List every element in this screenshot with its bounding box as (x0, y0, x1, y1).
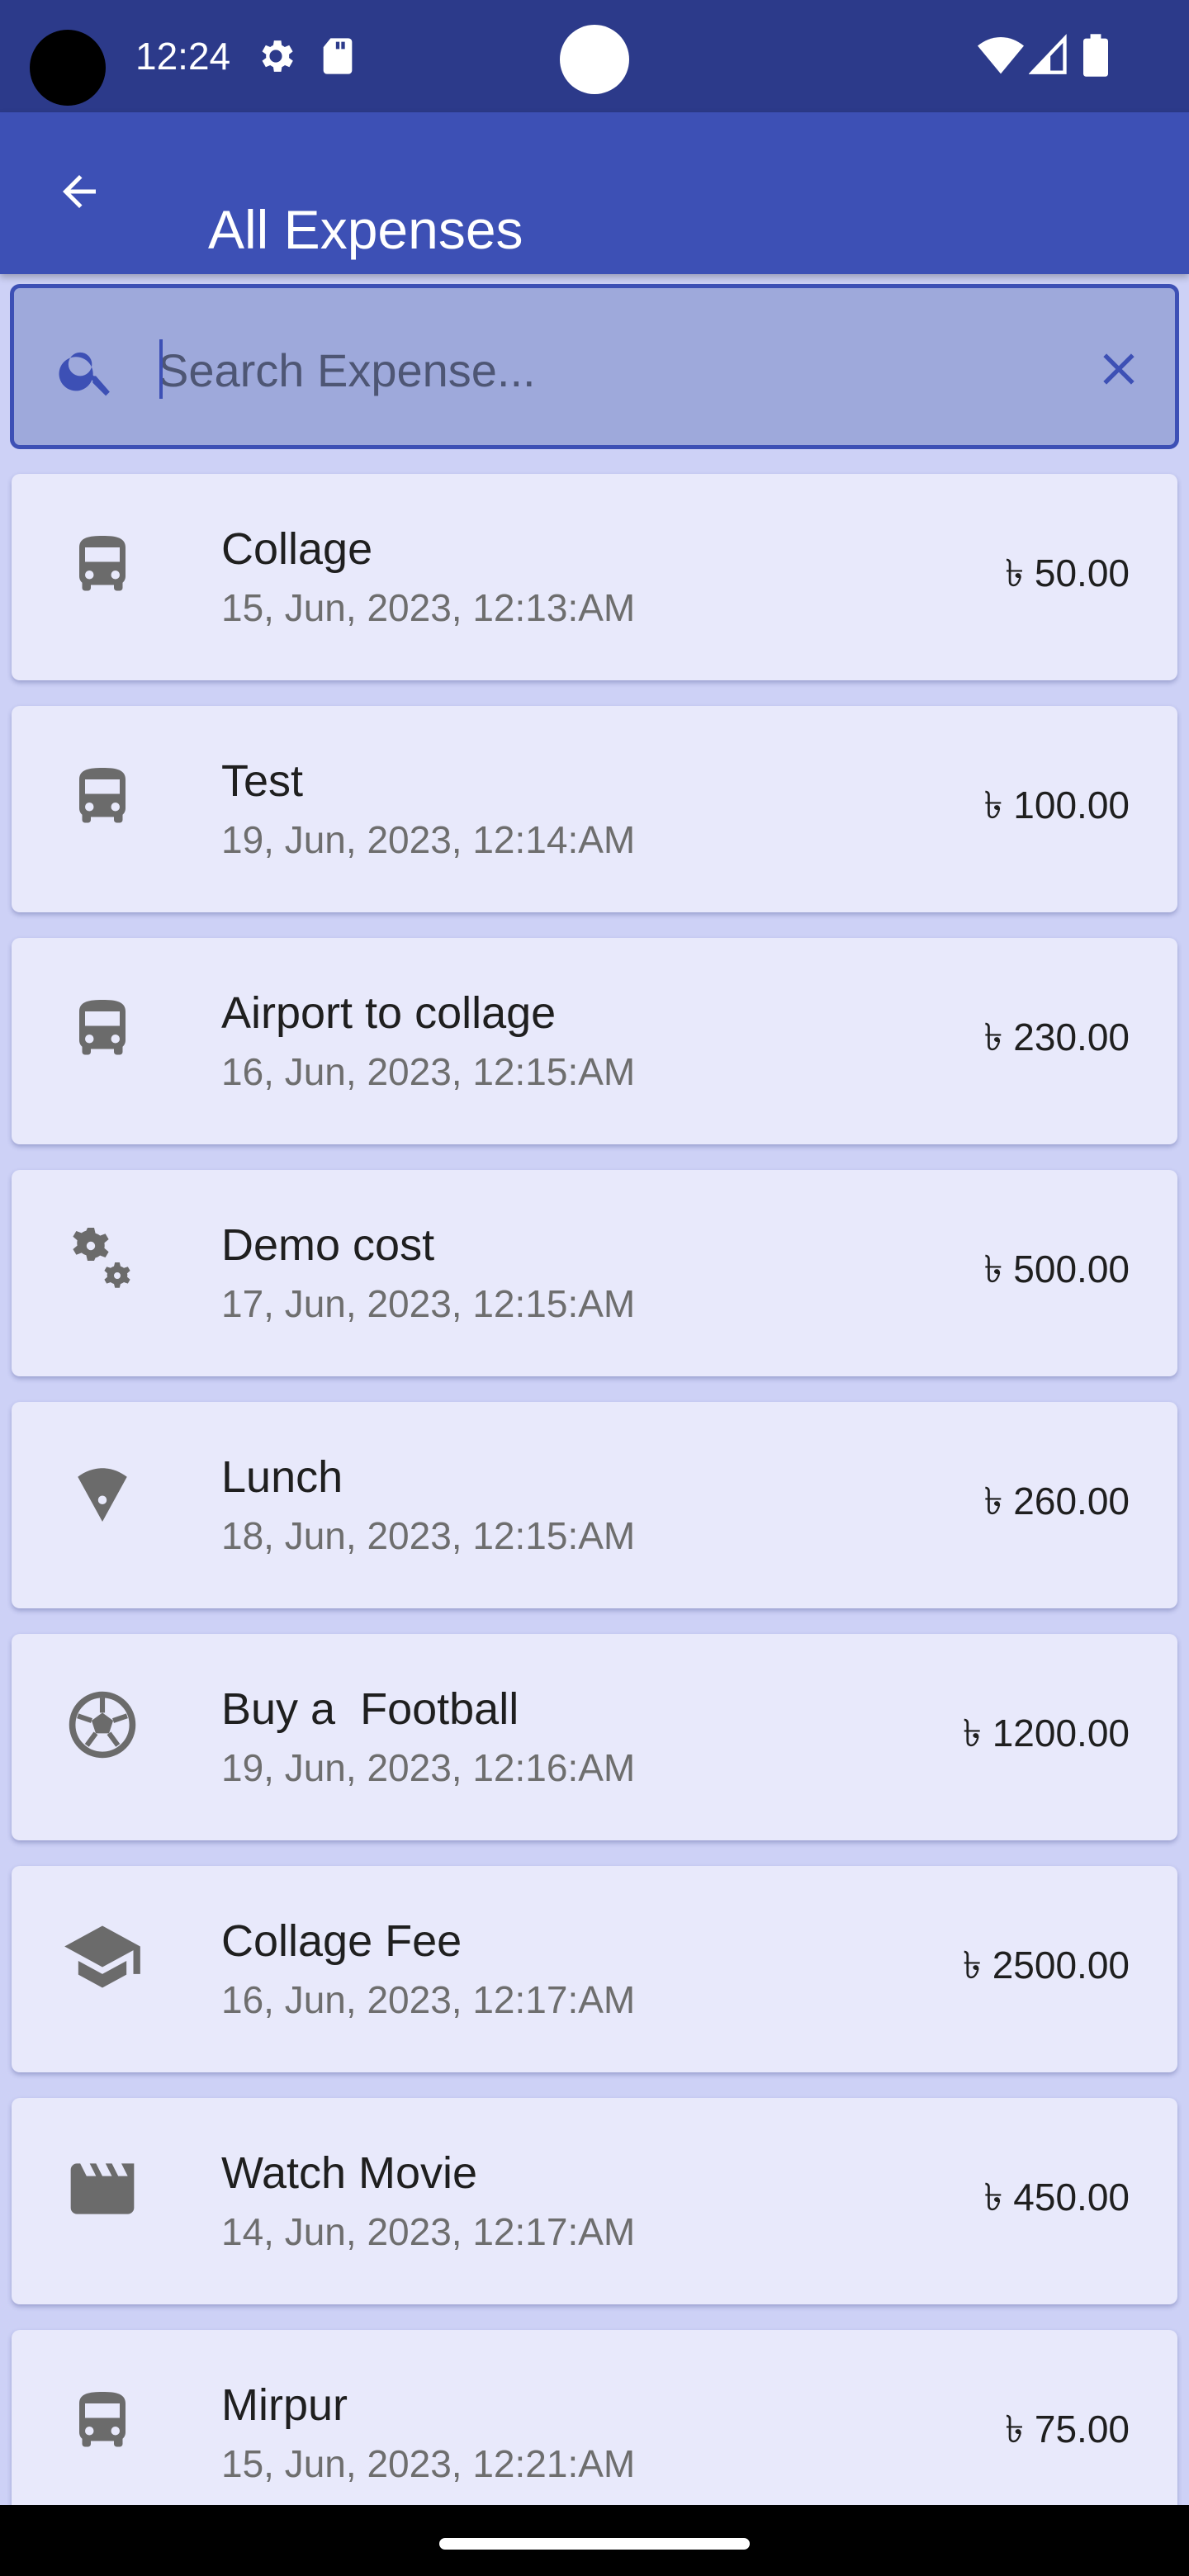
expense-date: 15, Jun, 2023, 12:13:AM (221, 586, 636, 629)
expense-amount: ৳ 50.00 (1005, 552, 1130, 594)
expense-date: 16, Jun, 2023, 12:15:AM (221, 1050, 636, 1093)
status-bar: 12:24 (0, 0, 1189, 112)
page-title: All Expenses (208, 199, 523, 261)
expense-title: Buy a Football (221, 1684, 519, 1734)
expense-date: 16, Jun, 2023, 12:17:AM (221, 1978, 636, 2021)
expense-title: Collage (221, 524, 373, 574)
front-sensor (560, 25, 629, 94)
expense-card[interactable]: Collage 15, Jun, 2023, 12:13:AM ৳ 50.00 (12, 474, 1177, 680)
expense-card[interactable]: Collage Fee 16, Jun, 2023, 12:17:AM ৳ 2500… (12, 1866, 1177, 2072)
signal-icon (1028, 33, 1068, 80)
expense-card[interactable]: Buy a Football 19, Jun, 2023, 12:16:AM ৳ 1… (12, 1634, 1177, 1840)
expense-amount: ৳ 450.00 (983, 2176, 1130, 2218)
clapperboard-icon (61, 2147, 144, 2230)
status-time: 12:24 (135, 35, 231, 78)
arrow-back-icon (54, 167, 104, 220)
graduation-cap-icon (61, 1915, 144, 1998)
text-cursor (159, 339, 163, 399)
expense-date: 17, Jun, 2023, 12:15:AM (221, 1282, 636, 1325)
expense-card[interactable]: Watch Movie 14, Jun, 2023, 12:17:AM ৳ 450.… (12, 2098, 1177, 2304)
search-icon (55, 339, 118, 402)
home-gesture-handle[interactable] (439, 2538, 750, 2550)
bus-icon (61, 2379, 144, 2462)
back-button[interactable] (40, 154, 119, 233)
expense-date: 18, Jun, 2023, 12:15:AM (221, 1514, 636, 1557)
expense-title: Collage Fee (221, 1916, 462, 1966)
expense-date: 14, Jun, 2023, 12:17:AM (221, 2210, 636, 2253)
gears-icon (61, 1219, 144, 1302)
expense-amount: ৳ 75.00 (1005, 2408, 1130, 2451)
expense-title: Test (221, 756, 304, 806)
expense-title: Lunch (221, 1452, 343, 1502)
search-bar[interactable] (10, 284, 1179, 449)
expense-title: Airport to collage (221, 988, 557, 1038)
battery-icon (1083, 33, 1108, 82)
expense-title: Watch Movie (221, 2148, 478, 2198)
expense-title: Demo cost (221, 1220, 435, 1270)
expense-card[interactable]: Airport to collage 16, Jun, 2023, 12:15:A… (12, 938, 1177, 1144)
expense-card[interactable]: Demo cost 17, Jun, 2023, 12:15:AM ৳ 500.00 (12, 1170, 1177, 1376)
bus-icon (61, 755, 144, 838)
search-input[interactable] (156, 329, 1059, 410)
expense-title: Mirpur (221, 2380, 348, 2430)
football-icon (61, 1683, 144, 1766)
expense-card[interactable]: Test 19, Jun, 2023, 12:14:AM ৳ 100.00 (12, 706, 1177, 912)
bus-icon (61, 523, 144, 606)
navigation-bar (0, 2505, 1189, 2576)
sd-card-icon (319, 35, 357, 82)
close-icon (1092, 343, 1145, 400)
expense-amount: ৳ 2500.00 (963, 1944, 1130, 1986)
expense-amount: ৳ 1200.00 (963, 1712, 1130, 1754)
camera-cutout (30, 30, 106, 106)
bus-icon (61, 987, 144, 1070)
expense-card[interactable]: Lunch 18, Jun, 2023, 12:15:AM ৳ 260.00 (12, 1402, 1177, 1608)
expense-amount: ৳ 100.00 (983, 784, 1130, 826)
wifi-icon (978, 33, 1024, 80)
expense-amount: ৳ 260.00 (983, 1480, 1130, 1522)
pizza-icon (61, 1451, 144, 1534)
app-bar: All Expenses (0, 112, 1189, 274)
clear-search-button[interactable] (1084, 336, 1153, 405)
expense-date: 19, Jun, 2023, 12:16:AM (221, 1746, 636, 1789)
settings-icon (254, 35, 297, 82)
expense-amount: ৳ 500.00 (983, 1248, 1130, 1290)
expense-date: 15, Jun, 2023, 12:21:AM (221, 2442, 636, 2485)
expense-amount: ৳ 230.00 (983, 1016, 1130, 1058)
expense-date: 19, Jun, 2023, 12:14:AM (221, 818, 636, 861)
